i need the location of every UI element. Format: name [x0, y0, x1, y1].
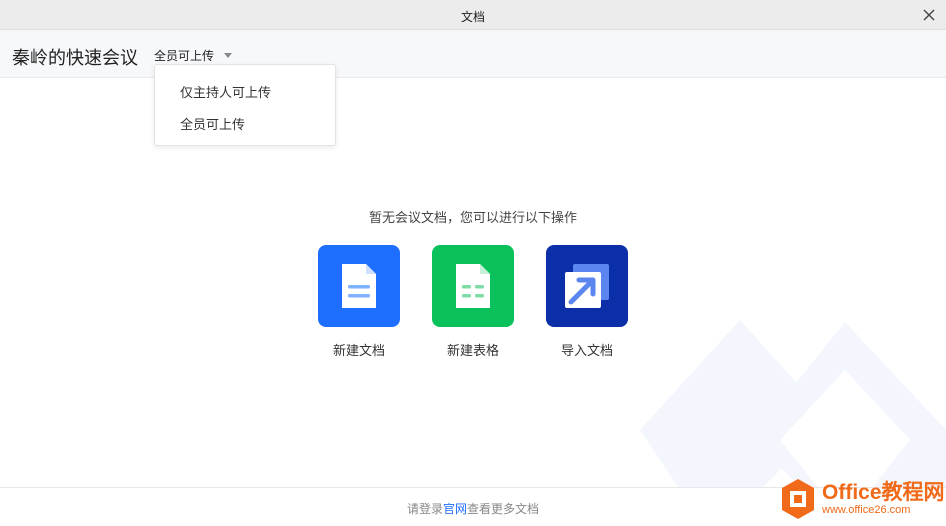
office-logo-icon: [782, 479, 814, 519]
upload-permission-value: 全员可上传: [154, 49, 215, 63]
watermark-url: www.office26.com: [822, 504, 911, 516]
option-host-only[interactable]: 仅主持人可上传: [180, 82, 271, 101]
footer-suffix: 查看更多文档: [467, 502, 540, 516]
import-icon: [546, 245, 628, 327]
document-icon: [318, 245, 400, 327]
upload-permission-select[interactable]: 全员可上传: [154, 47, 233, 64]
watermark-brand: Office教程网: [822, 481, 945, 504]
new-spreadsheet-button[interactable]: 新建表格: [432, 245, 514, 358]
watermark: Office教程网 www.office26.com: [780, 476, 945, 522]
footer-prefix: 请登录: [406, 502, 443, 516]
close-icon[interactable]: [920, 6, 938, 24]
new-document-button[interactable]: 新建文档: [318, 245, 400, 358]
upload-permission-dropdown: 仅主持人可上传 全员可上传: [154, 64, 336, 146]
option-everyone[interactable]: 全员可上传: [180, 114, 245, 133]
import-document-button[interactable]: 导入文档: [546, 245, 628, 358]
spreadsheet-icon: [432, 245, 514, 327]
import-document-label: 导入文档: [560, 343, 613, 358]
background-decoration: [640, 320, 946, 490]
header: 秦岭的快速会议 全员可上传: [0, 30, 946, 78]
official-site-link[interactable]: 官网: [443, 502, 467, 516]
new-document-label: 新建文档: [332, 343, 385, 358]
chevron-down-icon: [224, 53, 233, 58]
window-title: 文档: [460, 10, 485, 24]
title-bar: 文档: [0, 0, 946, 30]
new-spreadsheet-label: 新建表格: [446, 343, 499, 358]
meeting-title: 秦岭的快速会议: [12, 48, 138, 68]
empty-message: 暂无会议文档，您可以进行以下操作: [368, 210, 577, 225]
